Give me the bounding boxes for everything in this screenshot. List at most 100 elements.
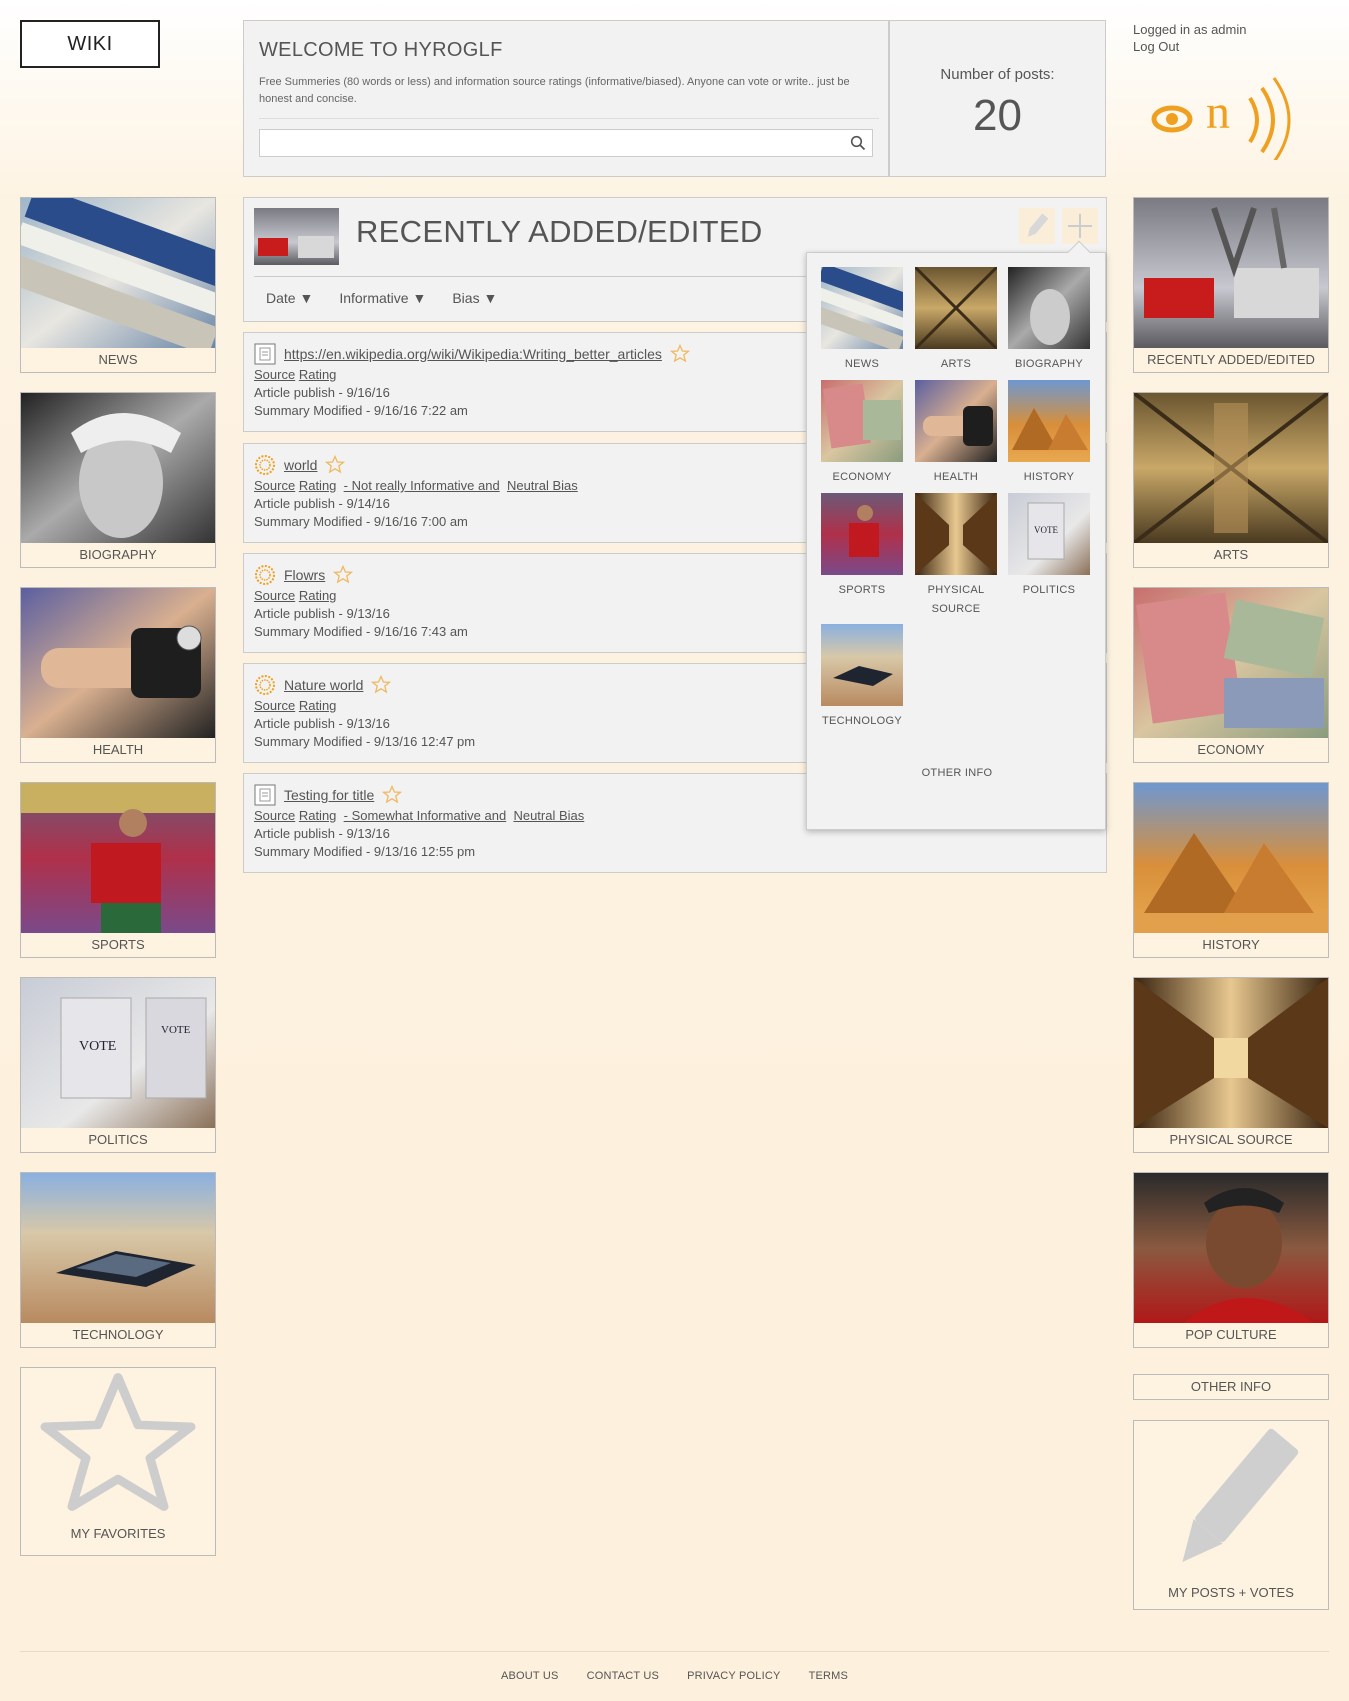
post-title-link[interactable]: Testing for title [284,786,374,804]
sort-bar: Date ▼ Informative ▼ Bias ▼ [266,290,497,306]
dropdown-other-info[interactable]: OTHER INFO [807,767,1107,779]
dropdown-item-label-line1: PHYSICAL [927,584,985,596]
search-input[interactable] [260,130,872,156]
sun-icon [255,455,275,475]
tile-label: HISTORY [1202,937,1260,952]
rating-detail[interactable]: - Somewhat Informative and [344,808,507,823]
source-link[interactable]: Source [254,478,295,493]
tile-label: PHYSICAL SOURCE [1169,1132,1293,1147]
chapel-ceiling-image [1134,393,1328,543]
source-link[interactable]: Source [254,588,295,603]
footer-terms-link[interactable]: TERMS [809,1670,849,1682]
tile-my-posts-votes[interactable]: MY POSTS + VOTES [1133,1420,1329,1610]
dropdown-item-technology[interactable]: TECHNOLOGY [821,624,903,731]
soccer-player-image [21,783,215,933]
tile-physical-source[interactable]: PHYSICAL SOURCE [1133,977,1329,1153]
tile-sports[interactable]: SPORTS [20,782,216,958]
sort-informative[interactable]: Informative ▼ [339,290,426,306]
tile-label: OTHER INFO [1190,1379,1272,1394]
rating-link[interactable]: Rating [299,478,337,493]
dropdown-item-label: HEALTH [933,471,979,483]
source-link[interactable]: Source [254,367,295,382]
svg-text:n: n [1206,86,1230,139]
dropdown-item-health[interactable]: HEALTH [915,380,997,487]
dropdown-item-arts[interactable]: ARTS [915,267,997,374]
footer-contact-link[interactable]: CONTACT US [587,1670,660,1682]
portrait-image [21,393,215,543]
tile-label: POLITICS [88,1132,148,1147]
star-icon[interactable] [371,675,392,695]
edit-button[interactable] [1019,208,1055,244]
dropdown-item-politics[interactable]: VOTE POLITICS [1008,493,1090,600]
post-count-label: Number of posts: [940,66,1055,83]
library-image [1134,978,1328,1128]
dropdown-item-news[interactable]: NEWS [821,267,903,374]
factory-robots-image [1134,198,1328,348]
footer-about-link[interactable]: ABOUT US [501,1670,559,1682]
tile-label: BIOGRAPHY [79,547,157,562]
star-icon[interactable] [333,565,354,585]
source-link[interactable]: Source [254,808,295,823]
summary-modified: Summary Modified - 9/13/16 12:55 pm [254,844,476,859]
document-icon [254,343,276,365]
tile-politics[interactable]: VOTE VOTE POLITICS [20,977,216,1153]
rating-link[interactable]: Rating [299,808,337,823]
dropdown-item-sports[interactable]: SPORTS [821,493,903,600]
tile-label: RECENTLY ADDED/EDITED [1147,352,1315,367]
footer-privacy-link[interactable]: PRIVACY POLICY [687,1670,780,1682]
dropdown-item-history[interactable]: HISTORY [1008,380,1090,487]
category-dropdown: NEWS ARTS BIOGRAPHY ECONOMY HEALTH HISTO… [806,240,1107,830]
dropdown-item-biography[interactable]: BIOGRAPHY [1008,267,1090,374]
tile-label: SPORTS [91,937,145,952]
tile-health[interactable]: HEALTH [20,587,216,763]
dropdown-item-label: SPORTS [838,584,886,596]
tile-pop-culture[interactable]: POP CULTURE [1133,1172,1329,1348]
post-title-link[interactable]: https://en.wikipedia.org/wiki/Wikipedia:… [284,345,662,363]
star-icon[interactable] [325,455,346,475]
rating-link[interactable]: Rating [299,367,337,382]
post-title-link[interactable]: Nature world [284,676,363,694]
library-image [915,493,997,575]
dropdown-item-economy[interactable]: ECONOMY [821,380,903,487]
news-image [21,198,215,348]
star-icon[interactable] [669,344,690,364]
tile-technology[interactable]: TECHNOLOGY [20,1172,216,1348]
tile-other-info[interactable]: OTHER INFO [1133,1374,1329,1400]
tile-economy[interactable]: ECONOMY [1133,587,1329,763]
tile-biography[interactable]: BIOGRAPHY [20,392,216,568]
logout-link[interactable]: Log Out [1133,39,1179,54]
sort-bias[interactable]: Bias ▼ [452,290,497,306]
dropdown-item-label-line2: SOURCE [931,603,981,615]
tile-arts[interactable]: ARTS [1133,392,1329,568]
sort-date[interactable]: Date ▼ [266,290,313,306]
dropdown-item-physical-source[interactable]: PHYSICAL SOURCE [915,493,997,619]
brand-eye-logo: n [1151,77,1291,160]
pyramids-image [1134,783,1328,933]
tile-label: TECHNOLOGY [72,1327,164,1342]
rating-link[interactable]: Rating [299,698,337,713]
star-icon[interactable] [382,785,403,805]
dropdown-item-label: ECONOMY [832,471,892,483]
tile-recently-added[interactable]: RECENTLY ADDED/EDITED [1133,197,1329,373]
wiki-logo[interactable]: WIKI [20,20,160,68]
tile-news[interactable]: NEWS [20,197,216,373]
rating-link[interactable]: Rating [299,588,337,603]
user-area: Logged in as admin Log Out [1133,21,1246,55]
search-box [259,129,873,157]
add-button[interactable] [1062,208,1098,244]
vote-booth-image: VOTE [1008,493,1090,575]
tile-history[interactable]: HISTORY [1133,782,1329,958]
search-icon[interactable] [850,135,866,151]
post-title-link[interactable]: world [284,456,317,474]
post-title-link[interactable]: Flowrs [284,566,325,584]
sun-icon [255,565,275,585]
source-link[interactable]: Source [254,698,295,713]
bias-link[interactable]: Neutral Bias [513,808,584,823]
rating-detail[interactable]: - Not really Informative and [344,478,500,493]
dropdown-item-label: HISTORY [1023,471,1075,483]
portrait-image [1008,267,1090,349]
post-count-panel: Number of posts: 20 [889,20,1106,177]
tile-my-favorites[interactable]: MY FAVORITES [20,1367,216,1556]
tile-label: NEWS [98,352,138,367]
bias-link[interactable]: Neutral Bias [507,478,578,493]
